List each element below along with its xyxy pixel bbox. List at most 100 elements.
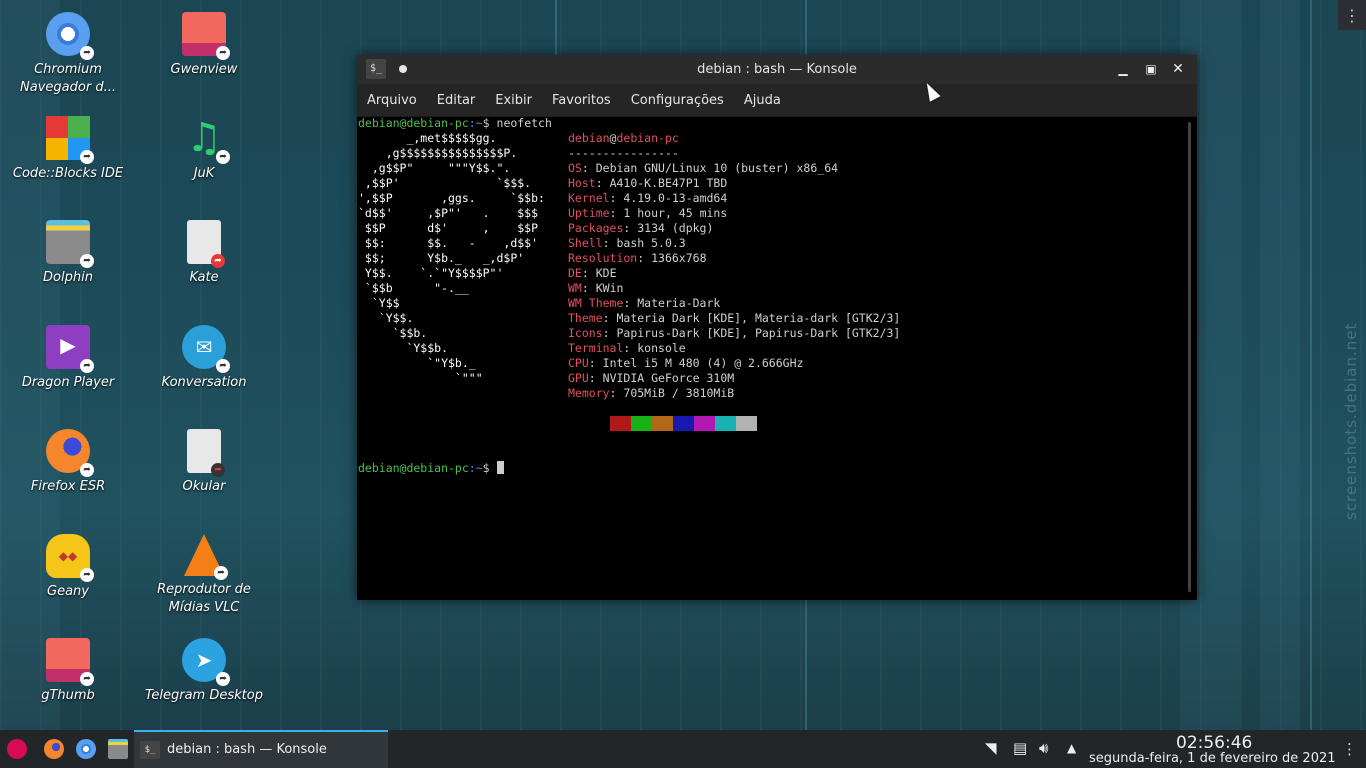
clock-date[interactable]: segunda-feira, 1 de fevereiro de 2021 [1089,751,1336,766]
desktop-icon-vlc[interactable]: ➦ Reprodutor de Mídias VLC [144,534,264,617]
info-value: Materia Dark [KDE], Materia-dark [GTK2/3… [616,311,901,325]
palette-swatch [610,416,631,431]
prompt-path: :~ [468,461,483,475]
desktop-icon-juk[interactable]: ♫ ➦ JuK [144,116,264,183]
panel-menu-icon[interactable]: ⋮ [1342,740,1357,758]
desktop-icon-dolphin[interactable]: ➦ Dolphin [8,220,128,287]
dolphin-icon[interactable] [108,739,128,759]
info-row: Resolution: 1366x768 [568,251,707,266]
desktop-icon-label: Dragon Player [21,375,115,390]
ascii-art-line: `$$b "-.__ [358,281,469,295]
ascii-art-line: `$$b. [358,326,428,340]
desktop-icon-codeblocks[interactable]: ➦ Code::Blocks IDE [8,116,128,183]
neofetch-underline: ---------------- [568,146,679,160]
info-value: 3134 (dpkg) [637,221,714,235]
info-value: A410-K.BE47P1 TBD [609,176,728,190]
palette-swatch [589,416,610,431]
ascii-art-line: ,g$$$$$$$$$$$$$$$P. [358,146,518,160]
desktop-icon-label: Chromium Navegador d... [20,62,116,95]
konsole-window[interactable]: $_ debian : bash — Konsole ▁ ▣ ✕ Arquivo… [357,55,1197,600]
minimize-button[interactable]: ▁ [1114,60,1132,78]
desktop-icon-geany[interactable]: ◆◆ ➦ Geany [8,534,128,601]
palette-swatch [631,416,652,431]
info-separator: : [581,281,596,295]
info-separator: : [623,296,638,310]
menu-ajuda[interactable]: Ajuda [744,93,781,108]
info-row: CPU: Intel i5 M 480 (4) @ 2.666GHz [568,356,803,371]
desktop-icon-firefox[interactable]: ➦ Firefox ESR [8,429,128,496]
desktop-icon-label: Kate [189,270,219,285]
info-row: WM: KWin [568,281,623,296]
menu-exibir[interactable]: Exibir [495,93,532,108]
terminal-scrollbar[interactable] [1188,122,1191,592]
telegram-icon: ➤ ➦ [182,638,230,686]
wallpaper-line [555,0,557,60]
desktop-icon-label: Firefox ESR [30,479,106,494]
info-separator: : [602,326,617,340]
desktop-icon-gwenview[interactable]: ➦ Gwenview [144,12,264,79]
desktop-icon-label: Code::Blocks IDE [12,166,124,181]
info-row: Theme: Materia Dark [KDE], Materia-dark … [568,311,900,326]
info-value: bash 5.0.3 [616,236,686,250]
desktop-icon-label: Dolphin [43,270,93,285]
ascii-art-line: $$: $$. - ,d$$' [358,236,539,250]
terminal-area[interactable]: debian@debian-pc:~$ neofetch _,met$$$$$g… [357,116,1185,600]
info-row: DE: KDE [568,266,617,281]
info-key: WM [568,281,582,295]
firefox-icon[interactable] [44,739,64,759]
debian-menu-icon[interactable] [7,739,27,759]
okular-icon: ➦ [187,429,225,477]
close-button[interactable]: ✕ [1169,60,1187,78]
info-row: Uptime: 1 hour, 45 mins [568,206,727,221]
clipboard-icon[interactable]: ▤ [1013,739,1027,757]
desktop-icon-chromium[interactable]: ➦ Chromium Navegador d... [8,12,128,97]
menu-editar[interactable]: Editar [437,93,476,108]
menu-arquivo[interactable]: Arquivo [367,93,417,108]
taskbar-task-konsole[interactable]: $_ debian : bash — Konsole [134,730,388,768]
info-separator: : [609,206,624,220]
desktop-icon-kate[interactable]: ➦ Kate [144,220,264,287]
palette-swatch [694,416,715,431]
menu-configuracoes[interactable]: Configurações [631,93,724,108]
desktop-icon-konversation[interactable]: ✉ ➦ Konversation [144,325,264,392]
info-key: Icons [568,326,603,340]
menubar: Arquivo Editar Exibir Favoritos Configur… [357,84,1197,117]
desktop-icon-label: Konversation [161,375,247,390]
expand-tray-icon[interactable]: ▲ [1067,741,1076,755]
info-row: GPU: NVIDIA GeForce 310M [568,371,734,386]
desktop-icon-dragon-player[interactable]: ▶ ➦ Dragon Player [8,325,128,392]
info-value: 1 hour, 45 mins [623,206,728,220]
info-key: Memory [568,386,610,400]
info-value: NVIDIA GeForce 310M [602,371,735,385]
info-separator: : [581,266,596,280]
wifi-icon[interactable]: ◥ [985,739,997,757]
palette-swatch [652,416,673,431]
ascii-art-line: `Y$$b. [358,341,449,355]
gthumb-icon: ➦ [46,638,94,686]
maximize-button[interactable]: ▣ [1142,60,1160,78]
desktop-icon-telegram[interactable]: ➤ ➦ Telegram Desktop [144,638,264,705]
info-key: WM Theme [568,296,624,310]
info-value: konsole [637,341,686,355]
info-value: 4.19.0-13-amd64 [623,191,728,205]
desktop-icon-label: Gwenview [170,62,238,77]
prompt-path: :~ [468,116,483,130]
clock-time[interactable]: 02:56:46 [1176,733,1252,753]
desktop-icon-gthumb[interactable]: ➦ gThumb [8,638,128,705]
menu-favoritos[interactable]: Favoritos [552,93,611,108]
info-separator: : [581,161,596,175]
info-separator: : [588,356,603,370]
info-separator: : [623,341,638,355]
window-titlebar[interactable]: $_ debian : bash — Konsole ▁ ▣ ✕ [357,55,1197,84]
chromium-icon[interactable] [76,739,96,759]
palette-swatch [673,416,694,431]
desktop-icon-label: JuK [193,166,215,181]
desktop-corner-menu-button[interactable]: ⋮ [1338,0,1366,30]
ascii-art-line: _,met$$$$$gg. [358,131,497,145]
desktop-icon-okular[interactable]: ➦ Okular [144,429,264,496]
volume-icon[interactable]: 🔊︎ [1039,739,1048,757]
wallpaper-band [1260,0,1300,730]
info-separator: : [623,221,638,235]
info-separator: : [637,251,652,265]
desktop-icon-label: Okular [182,479,226,494]
